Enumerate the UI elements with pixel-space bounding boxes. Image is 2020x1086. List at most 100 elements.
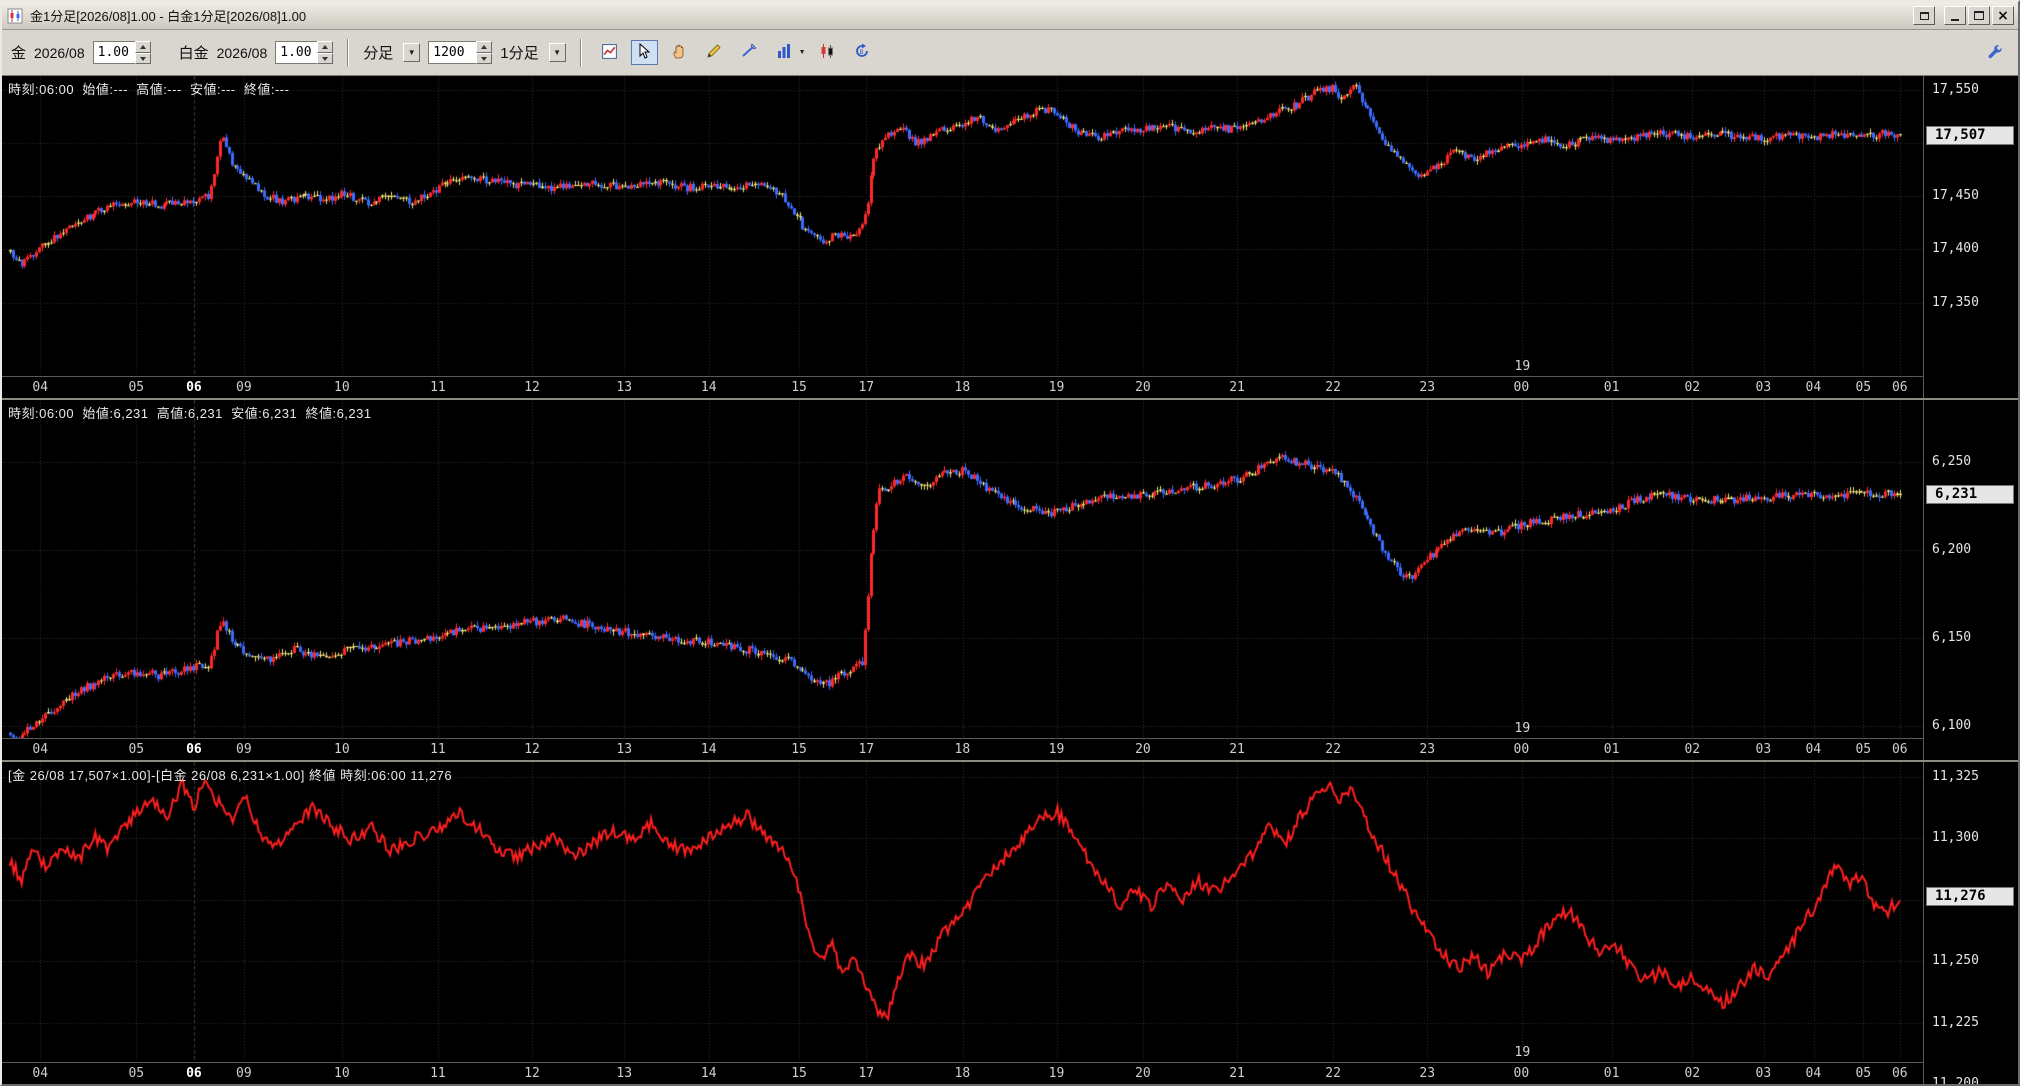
x-axis-tick-label: 13 <box>616 1066 633 1081</box>
toolbar-separator <box>347 38 350 67</box>
last-price-badge: 17,507 <box>1926 125 2014 145</box>
x-axis-tick-label: 06 <box>186 380 202 395</box>
interval-dropdown-button[interactable]: ▼ <box>548 43 566 62</box>
last-price-badge: 11,276 <box>1926 887 2014 907</box>
spread-price-scale[interactable]: 11,325 11,300 11,250 11,225 11,200 11,276 <box>1923 762 2018 1084</box>
price-scale-label: 17,450 <box>1932 188 1979 204</box>
chart-style-button[interactable] <box>814 40 841 65</box>
platinum-chart-panel: 時刻:06:00 始値:6,231 高値:6,231 安値:6,231 終値:6… <box>2 398 2018 760</box>
spread-chart-canvas[interactable] <box>2 762 1923 1062</box>
x-axis-tick-label: 17 <box>858 742 875 757</box>
bar-count-up-button[interactable] <box>476 41 493 53</box>
gold-chart-panel: 時刻:06:00 始値:--- 高値:--- 安値:--- 終値:--- 04 0… <box>2 76 2018 398</box>
interval-label: 1分足 <box>500 45 539 62</box>
svg-text:B: B <box>860 50 864 56</box>
gold-price-scale[interactable]: 17,550 17,450 17,400 17,350 17,507 <box>1923 76 2018 398</box>
pencil-icon <box>706 43 722 62</box>
x-axis-tick-label: 10 <box>334 742 350 757</box>
x-axis-tick-label: 04 <box>1805 1066 1822 1081</box>
x-axis-tick-label: 19 <box>1048 1066 1065 1081</box>
app-window: 金1分足[2026/08]1.00 - 白金1分足[2026/08]1.00 ×… <box>0 0 2020 1086</box>
gold-x-axis: 04 05 06 09 10 11 12 13 14 15 17 18 19 20 21 22 23 00 01 02… <box>2 376 1923 398</box>
x-axis-tick-label: 11 <box>430 380 446 395</box>
platinum-instrument-label: 白金 <box>178 45 209 62</box>
refresh-button[interactable]: B <box>849 40 876 65</box>
period-type-dropdown-button[interactable]: ▼ <box>403 43 421 62</box>
bar-count-down-button[interactable] <box>476 52 493 64</box>
platinum-multiplier-down-button[interactable] <box>317 52 334 64</box>
x-axis-tick-label: 04 <box>1805 380 1822 395</box>
indicator-dropdown-arrow[interactable]: ▼ <box>799 49 806 56</box>
x-axis-tick-label: 21 <box>1229 742 1245 757</box>
x-axis-tick-label: 11 <box>430 1066 446 1081</box>
price-scale-label: 17,550 <box>1932 81 1979 97</box>
x-axis-tick-label: 05 <box>1855 742 1872 757</box>
price-scale-label: 11,300 <box>1932 830 1979 846</box>
gold-ohlc-info: 時刻:06:00 始値:--- 高値:--- 安値:--- 終値:--- <box>8 82 290 97</box>
x-axis-tick-label: 20 <box>1135 1066 1151 1081</box>
x-axis-tick-label: 06 <box>1891 380 1908 395</box>
x-axis-tick-label: 02 <box>1684 380 1701 395</box>
x-axis-tick-label: 09 <box>236 380 252 395</box>
x-axis-tick-label: 17 <box>858 380 875 395</box>
minimize-button[interactable] <box>1944 6 1966 25</box>
trendline-icon <box>741 43 757 62</box>
x-axis-tick-label: 06 <box>186 742 202 757</box>
draw-trendline-button[interactable] <box>736 40 763 65</box>
platinum-multiplier-up-button[interactable] <box>317 41 334 53</box>
x-axis-tick-label: 09 <box>236 1066 252 1081</box>
x-axis-tick-label: 02 <box>1684 1066 1701 1081</box>
price-scale-label: 11,250 <box>1932 953 1979 969</box>
platinum-x-axis: 04 05 06 09 10 11 12 13 14 15 17 18 19 20 21 22 23 00 01 02… <box>2 738 1923 760</box>
gold-multiplier-down-button[interactable] <box>134 52 151 64</box>
platinum-multiplier-input[interactable] <box>275 41 318 64</box>
chart-frame-button[interactable] <box>596 40 623 65</box>
price-scale-label: 17,400 <box>1932 241 1979 257</box>
x-axis-tick-label: 13 <box>616 742 633 757</box>
x-axis-tick-label: 03 <box>1755 742 1772 757</box>
window-title: 金1分足[2026/08]1.00 - 白金1分足[2026/08]1.00 <box>30 9 307 24</box>
x-axis-tick-label: 04 <box>32 742 49 757</box>
indicator-chart-button[interactable] <box>771 40 798 65</box>
toolbar-separator-2 <box>579 38 582 67</box>
toolbar: 金 2026/08 白金 2026/08 分足 ▼ 1分足 ▼ <box>2 30 2018 76</box>
platinum-ohlc-info: 時刻:06:00 始値:6,231 高値:6,231 安値:6,231 終値:6… <box>8 406 372 421</box>
x-axis-tick-label: 19 <box>1048 380 1065 395</box>
pan-tool-button[interactable] <box>666 40 693 65</box>
settings-button[interactable] <box>1982 40 2009 65</box>
platinum-chart-canvas[interactable] <box>2 400 1923 738</box>
x-axis-tick-label: 21 <box>1229 1066 1245 1081</box>
maximize-button[interactable] <box>1968 6 1990 25</box>
gold-chart-canvas[interactable] <box>2 76 1923 376</box>
x-axis-tick-label: 15 <box>791 1066 807 1081</box>
platinum-price-scale[interactable]: 6,250 6,200 6,150 6,100 6,231 <box>1923 400 2018 760</box>
price-scale-label: 6,250 <box>1932 453 1972 469</box>
popout-button[interactable] <box>1913 6 1935 25</box>
x-axis-tick-label: 18 <box>954 742 971 757</box>
x-axis-tick-label: 00 <box>1513 1066 1530 1081</box>
x-axis-tick-label: 21 <box>1229 380 1245 395</box>
draw-pencil-button[interactable] <box>701 40 728 65</box>
x-axis-tick-label: 20 <box>1135 380 1151 395</box>
gold-multiplier-up-button[interactable] <box>134 41 151 53</box>
platinum-contract-month[interactable]: 2026/08 <box>217 45 268 61</box>
x-axis-tick-label: 06 <box>1891 1066 1908 1081</box>
x-axis-tick-label: 03 <box>1755 380 1772 395</box>
x-axis-tick-label: 15 <box>791 742 807 757</box>
titlebar[interactable]: 金1分足[2026/08]1.00 - 白金1分足[2026/08]1.00 × <box>2 2 2018 30</box>
price-scale-label: 11,200 <box>1932 1076 1979 1084</box>
gold-multiplier-input[interactable] <box>92 41 135 64</box>
cursor-tool-button[interactable] <box>630 40 658 65</box>
chart-panels: 時刻:06:00 始値:--- 高値:--- 安値:--- 終値:--- 04 0… <box>2 76 2018 1084</box>
close-button[interactable]: × <box>1992 6 2014 25</box>
period-type-label: 分足 <box>363 45 394 62</box>
x-axis-tick-label: 22 <box>1325 1066 1341 1081</box>
app-icon <box>6 8 24 24</box>
price-scale-label: 17,350 <box>1932 294 1979 310</box>
gold-contract-month[interactable]: 2026/08 <box>34 45 85 61</box>
x-axis-tick-label: 10 <box>334 380 350 395</box>
x-axis-tick-label: 09 <box>236 742 252 757</box>
price-scale-label: 6,150 <box>1932 629 1972 645</box>
x-axis-tick-label: 11 <box>430 742 446 757</box>
bar-count-input[interactable] <box>428 41 477 64</box>
